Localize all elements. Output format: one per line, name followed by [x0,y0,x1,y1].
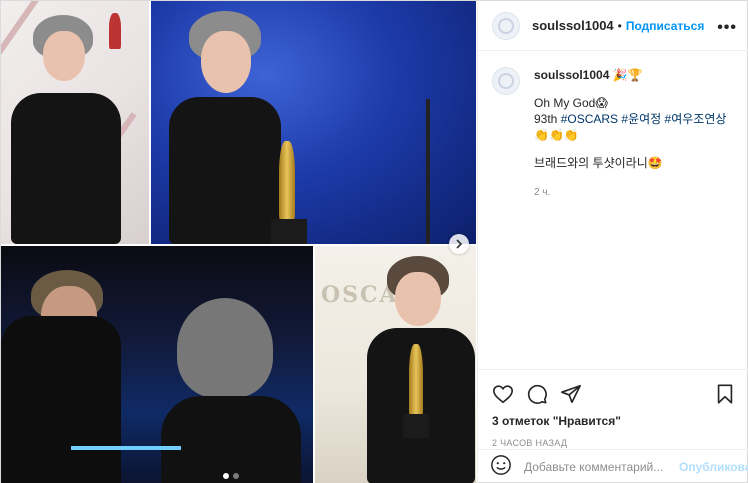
bookmark-icon [717,384,733,404]
comment-button[interactable] [526,383,548,405]
follow-button[interactable]: Подписаться [626,19,704,33]
post-header: soulssol1004 • Подписаться ••• [478,1,748,51]
header-separator: • [617,18,622,33]
action-icons [492,378,736,410]
caption-username-emoji: 🎉🏆 [612,68,643,82]
caption-line1: Oh My God [534,96,596,110]
hashtag-supporting-actress[interactable]: #여우조연상 [665,112,727,126]
caption-username[interactable]: soulssol1004 [534,68,609,82]
photo-backstage-oscar [151,1,476,244]
header-username[interactable]: soulssol1004 [532,18,614,33]
emoji-button[interactable] [490,454,512,481]
likes-count[interactable]: 3 отметок "Нравится" [492,414,736,428]
comment-icon [527,384,547,404]
caption-line1-emoji: 😱 [595,96,608,110]
caption-clap-emoji: 👏👏👏 [534,128,579,142]
hashtag-youn-yuh-jung[interactable]: #윤여정 [621,112,661,126]
chevron-right-icon [456,239,463,249]
carousel-dot-2 [233,473,239,479]
hashtag-oscars[interactable]: #OSCARS [561,112,618,126]
smiley-icon [491,454,511,475]
caption-line4-emoji: 🤩 [647,156,663,170]
share-button[interactable] [560,383,582,405]
post-actions: 3 отметок "Нравится" 2 ЧАСОВ НАЗАД [478,369,748,448]
caption-area: soulssol1004 🎉🏆 Oh My God😱 93th #OSCARS … [478,51,748,369]
caption-text: soulssol1004 🎉🏆 Oh My God😱 93th #OSCARS … [534,67,726,201]
photo-with-statue: OSCA [315,246,476,483]
heart-icon [493,385,513,404]
carousel-dot-1 [223,473,229,479]
carousel-dots [223,473,239,479]
post-side-panel: soulssol1004 • Подписаться ••• soulssol1… [477,1,748,483]
like-button[interactable] [492,383,514,405]
photo-red-carpet [1,1,149,244]
caption-line2-prefix: 93th [534,112,558,126]
caption-avatar[interactable] [492,67,520,95]
instagram-post: OSCA soulssol1004 • Подписаться ••• soul… [0,0,748,483]
post-media-carousel[interactable]: OSCA [1,1,476,483]
photo-with-actor [1,246,313,483]
publish-button[interactable]: Опубликовать [679,460,748,474]
more-options-icon[interactable]: ••• [717,19,737,37]
comment-input[interactable] [524,460,679,474]
caption-line4: 브래드와의 투샷이라니 [534,156,648,170]
add-comment-bar: Опубликовать [478,449,748,483]
paper-plane-icon [561,384,581,404]
posted-time: 2 ЧАСОВ НАЗАД [492,438,568,448]
avatar[interactable] [492,11,520,40]
caption-timestamp: 2 ч. [534,187,551,198]
carousel-next-button[interactable] [449,234,469,254]
caption-row: soulssol1004 🎉🏆 Oh My God😱 93th #OSCARS … [492,67,736,201]
save-button[interactable] [714,383,736,405]
